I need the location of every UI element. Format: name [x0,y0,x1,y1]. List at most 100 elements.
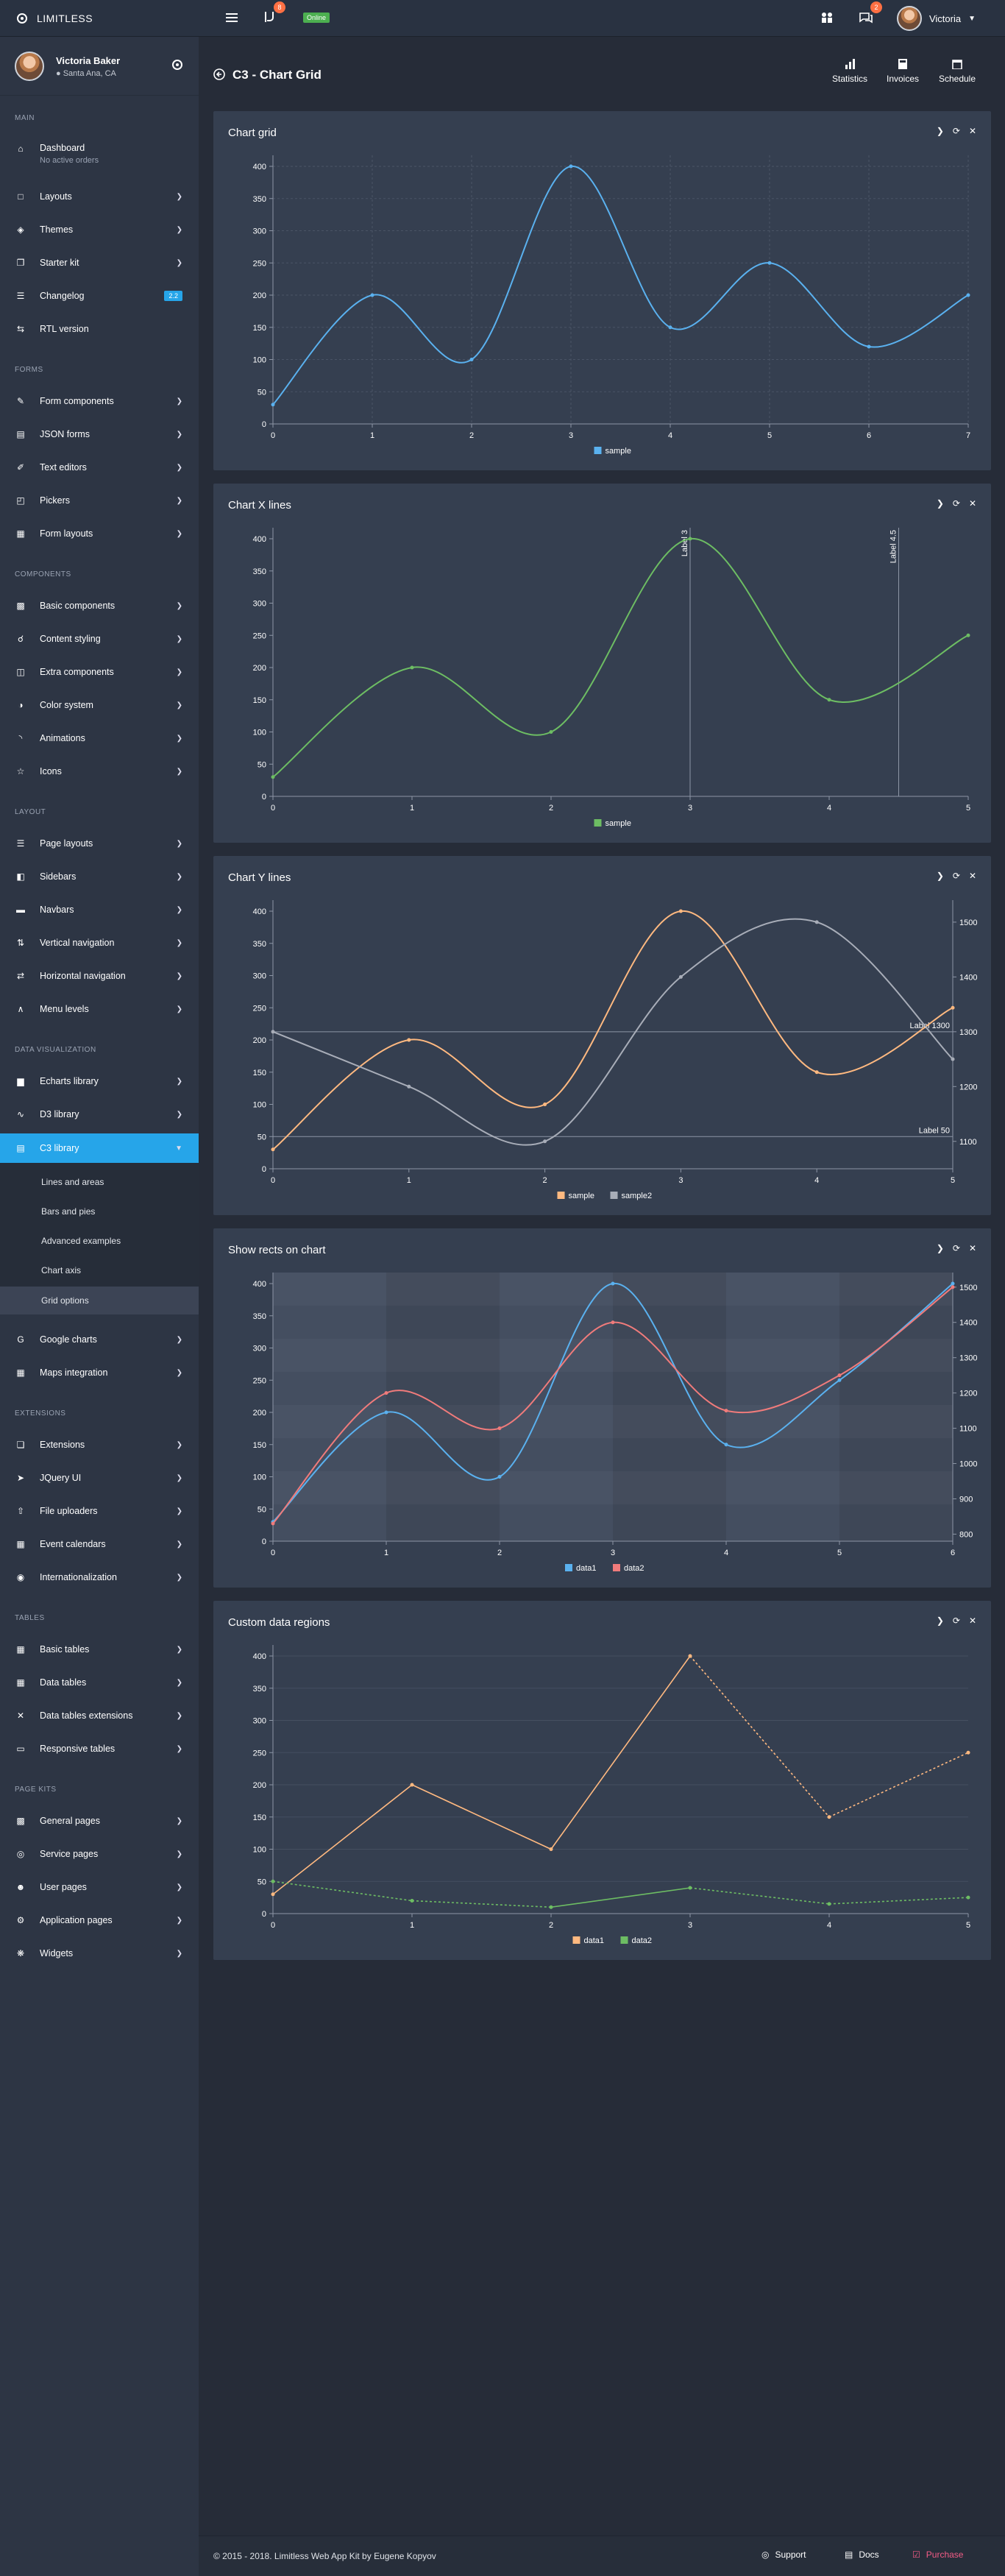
sidebar-item-general-pages[interactable]: ▩ General pages ❯ [0,1808,199,1834]
sidebar-item-app-pages[interactable]: ⚙ Application pages ❯ [0,1907,199,1933]
sidebar-item-sidebars[interactable]: ◧ Sidebars ❯ [0,863,199,890]
grid-icon: ▩ [16,601,25,611]
data-point [724,1443,728,1447]
sidebar-item-label: JSON forms [40,429,90,439]
support-link[interactable]: ◎ Support [761,2550,806,2560]
chart-panel: Chart grid ❯ ⟳ ✕ 0 50 100 150 200 250 300 350 400 0… [213,111,991,470]
sidebar-item-menu-levels[interactable]: ∧ Menu levels ❯ [0,996,199,1022]
file-icon: ▤ [845,2550,853,2560]
x-tick-label: 5 [951,1176,955,1185]
spinner-icon: ◝ [18,733,23,743]
sidebar-item-content-styling[interactable]: ☌ Content styling ❯ [0,626,199,652]
sidebar-icon: ◧ [16,871,25,882]
schedule-button[interactable]: Schedule [935,59,979,84]
sidebar-item-form-components[interactable]: ✎ Form components ❯ [0,388,199,414]
sidebar-item-themes[interactable]: ◈ Themes ❯ [0,216,199,243]
sidebar-item-i18n[interactable]: ◉ Internationalization ❯ [0,1564,199,1590]
purchase-label: Purchase [926,2550,964,2560]
data-point [678,909,683,913]
sidebar-item-widgets[interactable]: ❋ Widgets ❯ [0,1940,199,1967]
sidebar-item-responsive-tables[interactable]: ▭ Responsive tables ❯ [0,1735,199,1762]
x-tick-label: 1 [384,1549,388,1557]
sidebar-item-layouts[interactable]: □ Layouts ❯ [0,183,199,210]
docs-link[interactable]: ▤ Docs [845,2550,879,2560]
sidebar-item-label: Text editors [40,462,87,473]
sidebar-item-dt-extensions[interactable]: ✕ Data tables extensions ❯ [0,1702,199,1729]
y-tick-label: 400 [253,163,266,171]
sidebar-item-text-editors[interactable]: ✐ Text editors ❯ [0,454,199,481]
sidebar-item-sub: No active orders [40,156,99,165]
sidebar-item-vertical-nav[interactable]: ⇅ Vertical navigation ❯ [0,930,199,956]
sidebar-item-google-charts[interactable]: G Google charts ❯ [0,1326,199,1353]
sidebar-item-label: Responsive tables [40,1744,116,1754]
cart-icon: ☑ [912,2550,920,2560]
sidebar-item-icons[interactable]: ☆ Icons ❯ [0,758,199,785]
data-point [384,1410,388,1415]
submenu-item-current[interactable]: Grid options [0,1287,199,1314]
settings-icon[interactable] [171,59,183,73]
sidebar-item-basic-tables[interactable]: ▦ Basic tables ❯ [0,1636,199,1663]
sidebar-item-echarts[interactable]: ▆ Echarts library ❯ [0,1068,199,1094]
brand-logo[interactable]: LIMITLESS [15,0,93,37]
docs-label: Docs [859,2550,879,2560]
sidebar-item-horizontal-nav[interactable]: ⇄ Horizontal navigation ❯ [0,963,199,989]
sidebar-item-label: Echarts library [40,1076,99,1086]
purchase-link[interactable]: ☑ Purchase [912,2550,963,2560]
git-icon[interactable] [263,10,276,26]
invoices-button[interactable]: Invoices [881,59,925,84]
page-title: C3 - Chart Grid [232,68,322,82]
x-tick-label: 3 [688,804,692,813]
sidebar-item-label: Extra components [40,667,114,677]
sidebar-toggle-icon[interactable] [225,11,238,26]
statistics-button[interactable]: Statistics [824,59,876,84]
series-line [272,910,953,1150]
sidebar-item-data-tables[interactable]: ▦ Data tables ❯ [0,1669,199,1696]
submenu-item[interactable]: Advanced examples [0,1227,199,1255]
sidebar-item-changelog[interactable]: ☰ Changelog 2.2 [0,283,199,309]
sidebar-item-page-layouts[interactable]: ☰ Page layouts ❯ [0,830,199,857]
sidebar-item-jquery-ui[interactable]: ➤ JQuery UI ❯ [0,1465,199,1491]
users-icon[interactable] [820,11,834,26]
data-point [837,1373,842,1378]
x-tick-label: 1 [410,804,414,813]
data-point [951,1057,955,1061]
user-location: ● Santa Ana, CA [56,69,116,78]
sidebar-item-file-uploaders[interactable]: ⇧ File uploaders ❯ [0,1498,199,1524]
sidebar-item-extra-components[interactable]: ◫ Extra components ❯ [0,659,199,685]
data-point [951,1005,955,1010]
sidebar-item-service-pages[interactable]: ◎ Service pages ❯ [0,1841,199,1867]
chevron-right-icon: ❯ [176,1368,182,1377]
sidebar-item-event-calendars[interactable]: ▦ Event calendars ❯ [0,1531,199,1557]
sidebar-item-pickers[interactable]: ◰ Pickers ❯ [0,487,199,514]
sidebar-item-maps[interactable]: ▦ Maps integration ❯ [0,1359,199,1386]
sidebar-item-user-pages[interactable]: ☻ User pages ❯ [0,1874,199,1900]
sidebar-item-extensions[interactable]: ❏ Extensions ❯ [0,1432,199,1458]
sidebar-item-form-layouts[interactable]: ▦ Form layouts ❯ [0,520,199,547]
sidebar-item-color-system[interactable]: ◑ Color system ❯ [0,692,199,718]
submenu-item[interactable]: Lines and areas [0,1168,199,1196]
chevron-right-icon: ❯ [176,463,182,472]
sidebar-item-label: General pages [40,1816,101,1826]
submenu-item[interactable]: Bars and pies [0,1197,199,1225]
y-tick-label: 300 [253,972,266,981]
sidebar-item-dashboard[interactable]: ⌂ Dashboard No active orders [0,138,199,170]
data-point [951,1285,955,1289]
y2-tick-label: 1100 [959,1425,977,1434]
sidebar-item-starter[interactable]: ❐ Starter kit ❯ [0,250,199,276]
status-badge: Online [303,13,330,23]
messages-icon[interactable] [859,11,873,26]
sidebar-item-label: D3 library [40,1109,79,1119]
data-point [410,1899,414,1903]
sidebar-item-rtl[interactable]: ⇆ RTL version [0,316,199,342]
sidebar-item-basic-components[interactable]: ▩ Basic components ❯ [0,592,199,619]
sidebar-item-navbars[interactable]: ▬ Navbars ❯ [0,896,199,923]
sidebar-item-c3[interactable]: ▤ C3 library ▼ [0,1133,199,1163]
back-arrow-icon[interactable] [213,68,225,82]
sidebar-item-json-forms[interactable]: ▤ JSON forms ❯ [0,421,199,447]
user-menu[interactable]: Victoria ▼ [896,6,976,31]
submenu-item[interactable]: Chart axis [0,1256,199,1284]
x-tick-label: 4 [724,1549,728,1557]
sidebar-item-d3[interactable]: ∿ D3 library ❯ [0,1101,199,1128]
sidebar-item-animations[interactable]: ◝ Animations ❯ [0,725,199,751]
upload-icon: ⇧ [16,1506,25,1516]
